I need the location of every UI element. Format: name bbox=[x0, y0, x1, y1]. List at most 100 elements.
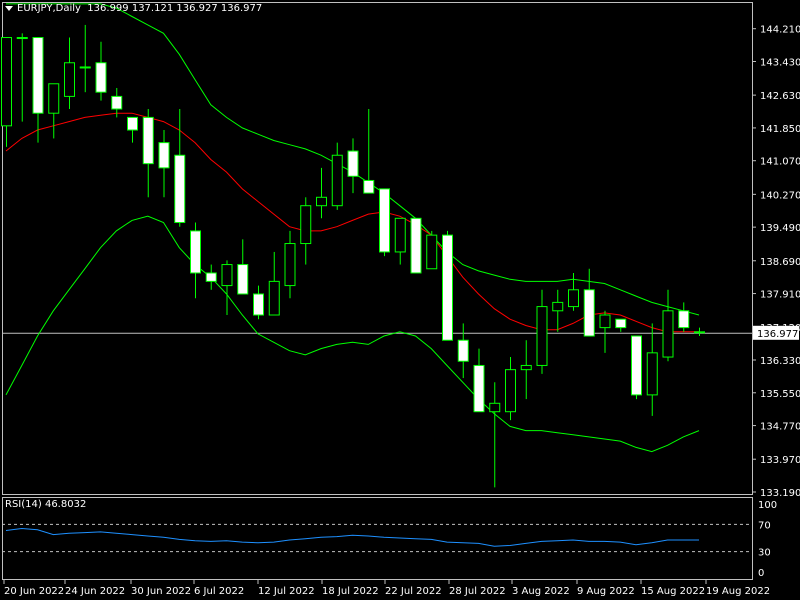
candle bbox=[410, 217, 422, 274]
price-pane-border bbox=[2, 2, 753, 495]
candle bbox=[552, 289, 564, 332]
candle bbox=[394, 217, 406, 265]
candle bbox=[316, 167, 327, 219]
candle bbox=[32, 37, 44, 143]
candle bbox=[583, 268, 595, 337]
price-tick-label: 133.190 bbox=[760, 488, 800, 499]
ohlc-values: 136.999 137.121 136.927 136.977 bbox=[87, 3, 263, 14]
candle bbox=[646, 323, 658, 416]
candle bbox=[284, 230, 296, 299]
candle bbox=[95, 41, 107, 101]
date-tick-label: 28 Jul 2022 bbox=[449, 586, 506, 597]
price-tick-label: 137.910 bbox=[760, 290, 800, 301]
candle-body bbox=[127, 116, 138, 131]
date-tick-label: 6 Jul 2022 bbox=[194, 586, 244, 597]
candle-body bbox=[505, 369, 516, 413]
candle bbox=[678, 302, 690, 332]
candle bbox=[694, 327, 705, 337]
price-tick-label: 134.770 bbox=[760, 422, 800, 433]
candle bbox=[190, 222, 201, 299]
candle-body bbox=[410, 217, 422, 274]
candles bbox=[1, 24, 705, 488]
rsi-axis-label: 100 bbox=[758, 500, 777, 511]
rsi-axis-label: 0 bbox=[758, 568, 764, 579]
date-tick-label: 19 Aug 2022 bbox=[706, 586, 770, 597]
candle-body bbox=[331, 154, 343, 207]
date-tick-label: 9 Aug 2022 bbox=[577, 586, 635, 597]
price-axis: 144.210 143.430 142.630 141.850 141.070 140.2… bbox=[752, 25, 800, 499]
candle-body bbox=[536, 306, 548, 366]
candle-body bbox=[253, 293, 264, 316]
candle-body bbox=[489, 402, 501, 413]
candle bbox=[363, 109, 375, 194]
date-axis: 20 Jun 2022 24 Jun 2022 30 Jun 2022 6 Jul 2… bbox=[3, 580, 770, 597]
date-tick-label: 30 Jun 2022 bbox=[131, 586, 191, 597]
candle bbox=[489, 382, 501, 488]
symbol-label: EURJPY,Daily bbox=[17, 3, 81, 14]
candle-body bbox=[599, 314, 611, 329]
candle-body bbox=[694, 331, 705, 334]
candle bbox=[442, 230, 453, 341]
candle-body bbox=[363, 179, 375, 194]
rsi-axis-label: 30 bbox=[758, 548, 771, 559]
price-tick-label: 139.490 bbox=[760, 223, 800, 234]
candle-body bbox=[347, 150, 359, 177]
candle bbox=[631, 335, 642, 400]
candle-body bbox=[237, 264, 249, 295]
price-tick-label: 133.970 bbox=[760, 455, 800, 466]
candle bbox=[568, 272, 579, 311]
candle bbox=[473, 348, 485, 413]
candle bbox=[48, 83, 60, 139]
candle-body bbox=[284, 243, 296, 287]
price-tick-label: 141.850 bbox=[760, 124, 800, 135]
price-tick-label: 136.330 bbox=[760, 356, 800, 367]
candle-body bbox=[111, 95, 123, 110]
candle-body bbox=[16, 37, 28, 40]
price-tick-label: 135.550 bbox=[760, 389, 800, 400]
price-tick-label: 143.430 bbox=[760, 57, 800, 68]
candle bbox=[347, 138, 359, 194]
candle bbox=[379, 188, 390, 257]
current-price-label: 136.977 bbox=[757, 329, 798, 340]
candle-body bbox=[142, 116, 154, 165]
candle-body bbox=[394, 217, 406, 253]
price-tick-label: 138.690 bbox=[760, 257, 800, 268]
date-tick-label: 18 Jul 2022 bbox=[322, 586, 379, 597]
candle-body bbox=[174, 154, 186, 224]
candle bbox=[536, 289, 548, 374]
candle-body bbox=[520, 364, 532, 371]
chart-menu-triangle-icon[interactable] bbox=[5, 5, 13, 11]
date-tick-label: 12 Jul 2022 bbox=[258, 586, 315, 597]
date-tick-label: 24 Jun 2022 bbox=[65, 586, 125, 597]
candle-body bbox=[552, 301, 564, 312]
candle-body bbox=[426, 234, 438, 270]
candle-body bbox=[32, 37, 44, 114]
candle bbox=[426, 230, 438, 270]
candle-body bbox=[678, 310, 690, 329]
candle bbox=[615, 318, 627, 332]
lower-band-line bbox=[5, 215, 700, 453]
price-tick-label: 140.270 bbox=[760, 190, 800, 201]
candle-body bbox=[158, 142, 170, 169]
price-tick-label: 144.210 bbox=[760, 25, 800, 36]
candle bbox=[142, 109, 154, 198]
candle bbox=[253, 285, 264, 320]
candle-body bbox=[457, 339, 469, 362]
candle-body bbox=[615, 318, 627, 329]
rsi-pane: 100 70 30 0 bbox=[2, 497, 777, 580]
candle-body bbox=[442, 234, 453, 341]
date-tick-label: 20 Jun 2022 bbox=[4, 586, 64, 597]
candle bbox=[79, 24, 91, 93]
candle bbox=[127, 116, 138, 143]
candle bbox=[221, 260, 233, 316]
candle bbox=[158, 130, 170, 198]
rsi-pane-frame bbox=[2, 497, 753, 580]
rsi-line bbox=[5, 527, 699, 547]
candle bbox=[331, 142, 343, 210]
candle-body bbox=[662, 310, 674, 358]
bollinger-bands bbox=[5, 3, 700, 453]
candle-body bbox=[583, 289, 595, 337]
date-tick-label: 22 Jul 2022 bbox=[385, 586, 442, 597]
candle-body bbox=[205, 272, 217, 282]
candle-body bbox=[379, 188, 390, 253]
